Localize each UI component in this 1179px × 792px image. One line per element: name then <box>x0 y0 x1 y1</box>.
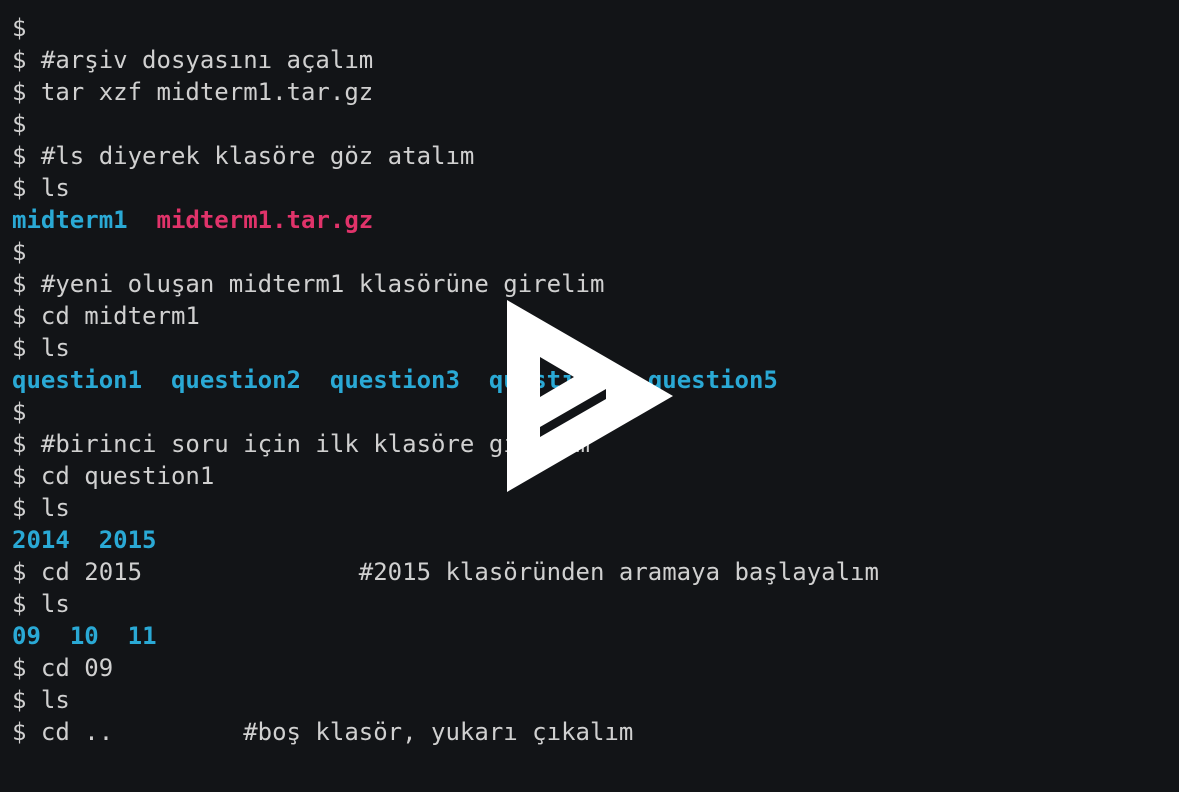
directory-entry: 2014 <box>12 526 70 554</box>
terminal-line: $ cd 2015 #2015 klasöründen aramaya başl… <box>12 558 879 586</box>
directory-entry: question3 <box>329 366 460 394</box>
terminal-line: $ ls <box>12 174 70 202</box>
terminal-line: $ #ls diyerek klasöre göz atalım <box>12 142 475 170</box>
ls-output-line: midterm1 midterm1.tar.gz <box>12 204 1179 236</box>
terminal-line: $ ls <box>12 686 70 714</box>
terminal-window[interactable]: $ $ #arşiv dosyasını açalım $ tar xzf midt… <box>0 0 1179 792</box>
terminal-line: $ #yeni oluşan midterm1 klasörüne gireli… <box>12 270 605 298</box>
directory-entry: 2015 <box>98 526 157 554</box>
directory-entry: question2 <box>170 366 301 394</box>
terminal-line: $ <box>12 110 27 138</box>
terminal-line: $ ls <box>12 494 70 522</box>
directory-entry: question1 <box>12 366 143 394</box>
directory-entry: 11 <box>127 622 157 650</box>
ls-output-line: 09 10 11 <box>12 620 1179 652</box>
terminal-line: $ tar xzf midterm1.tar.gz <box>12 78 374 106</box>
terminal-line: $ <box>12 238 27 266</box>
terminal-line: $ ls <box>12 590 70 618</box>
terminal-line: $ cd 09 <box>12 654 114 682</box>
ls-output-line: 2014 2015 <box>12 524 1179 556</box>
directory-entry: midterm1 <box>12 206 128 234</box>
archive-file-entry: midterm1.tar.gz <box>156 206 374 234</box>
terminal-line: $ #arşiv dosyasını açalım <box>12 46 374 74</box>
terminal-line: $ <box>12 14 27 42</box>
directory-entry: 09 <box>12 622 41 650</box>
terminal-line: $ cd .. #boş klasör, yukarı çıkalım <box>12 718 634 746</box>
directory-entry: 10 <box>69 622 99 650</box>
play-icon[interactable] <box>507 300 673 492</box>
